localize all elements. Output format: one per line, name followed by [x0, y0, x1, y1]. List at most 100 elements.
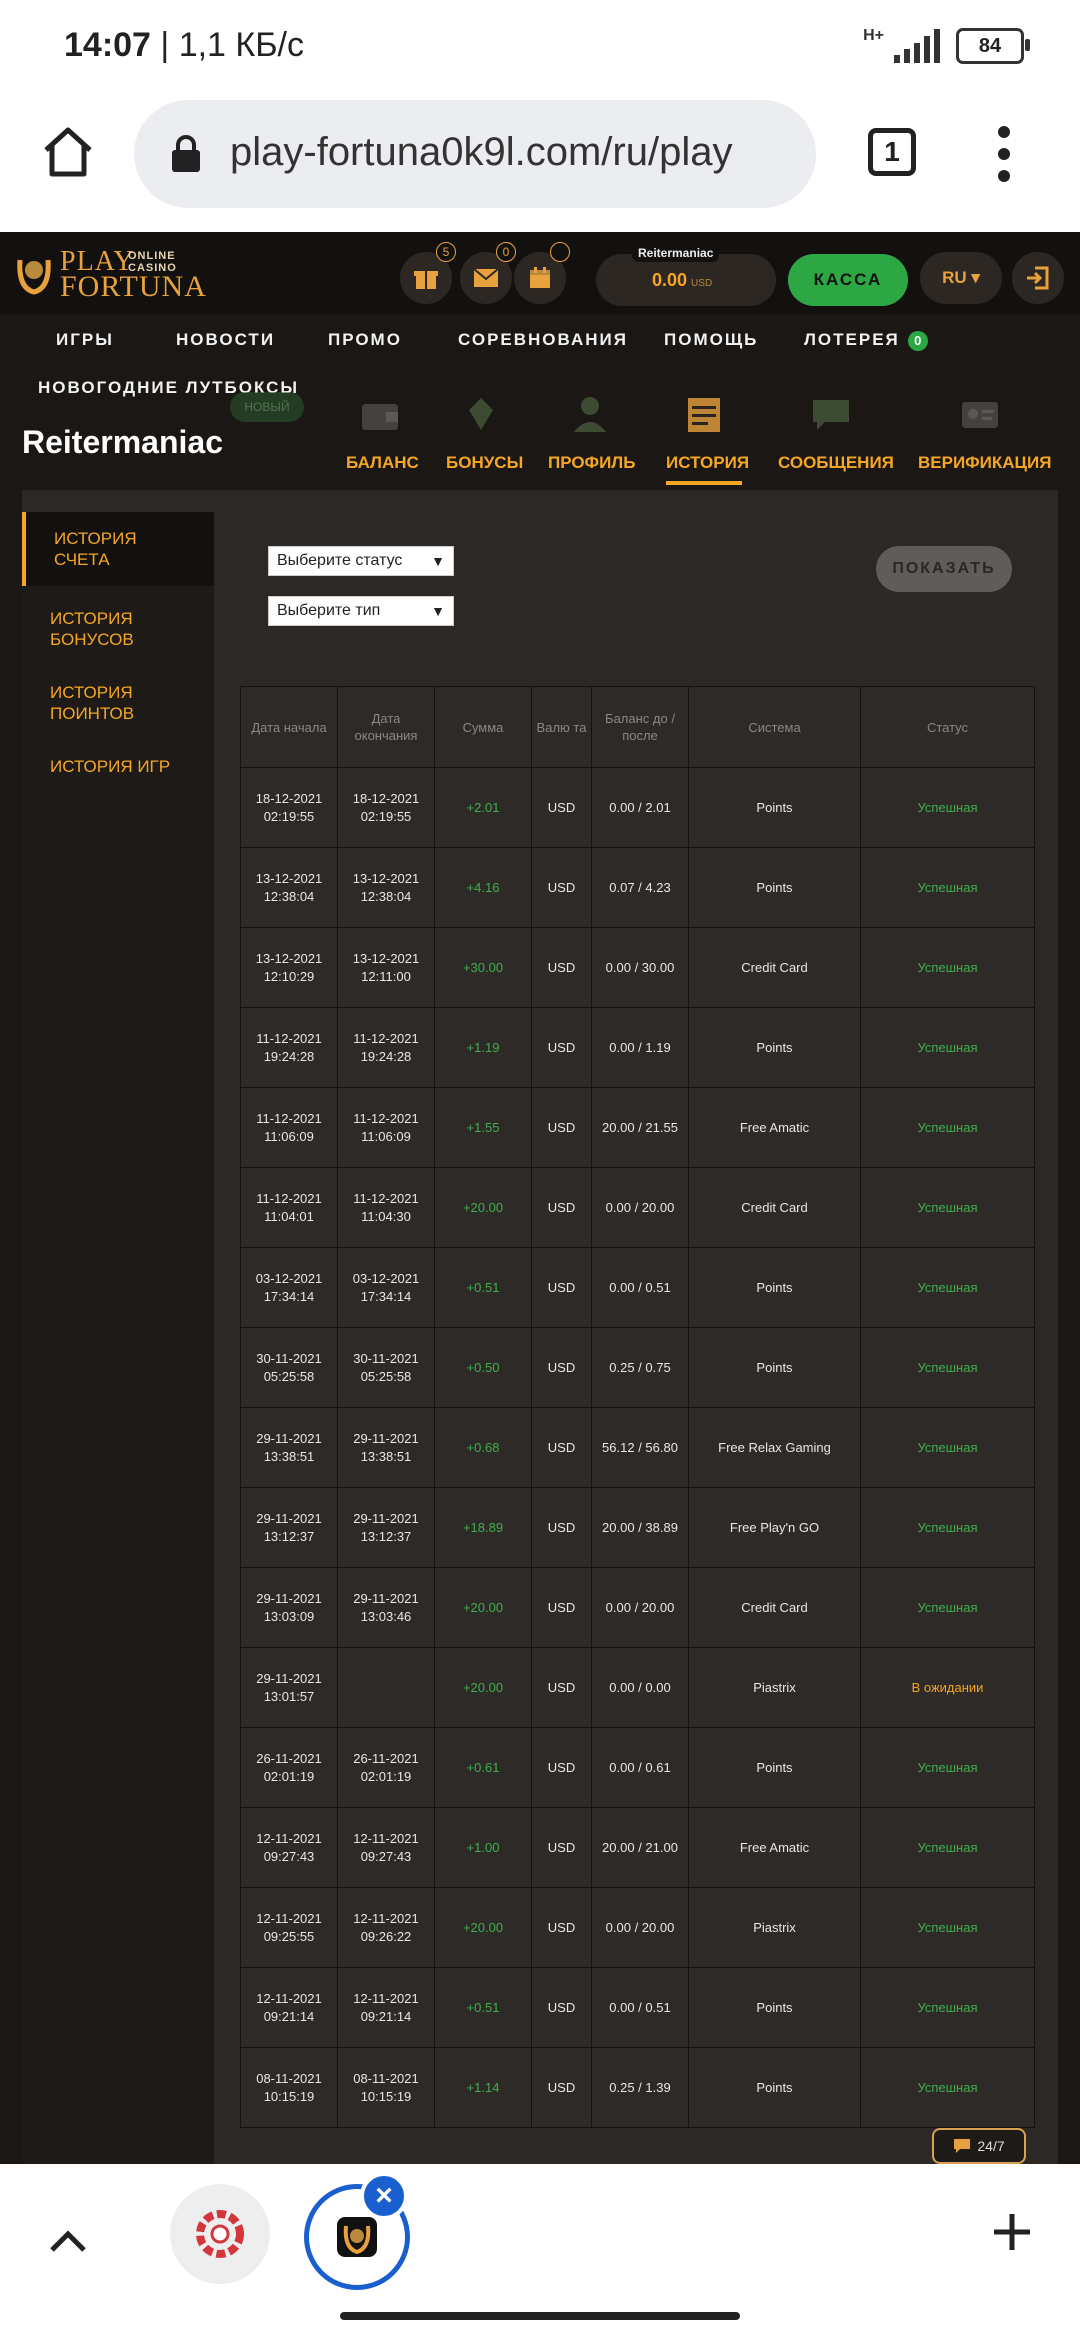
nav-help[interactable]: ПОМОЩЬ [664, 330, 758, 350]
cell-status: Успешная [860, 1247, 1035, 1328]
cell-balance: 0.00 / 0.00 [591, 1647, 689, 1728]
cell-end-date: 29-11-2021 13:12:37 [337, 1487, 435, 1568]
mail-icon [473, 268, 499, 287]
table-row: 29-11-2021 13:12:37 29-11-2021 13:12:37 +1… [240, 1487, 1035, 1568]
cell-system: Points [688, 767, 861, 848]
gift-button[interactable]: 5 [400, 242, 456, 304]
cashier-button[interactable]: КАССА [788, 254, 908, 306]
cell-start-date: 29-11-2021 13:38:51 [240, 1407, 338, 1488]
col-status: Статус [860, 686, 1035, 768]
cell-start-date: 12-11-2021 09:27:43 [240, 1807, 338, 1888]
nav-lottery[interactable]: ЛОТЕРЕЯ 0 [804, 330, 928, 351]
cell-system: Credit Card [688, 1567, 861, 1648]
cell-status: Успешная [860, 1967, 1035, 2048]
nav-competitions[interactable]: СОРЕВНОВАНИЯ [458, 330, 628, 350]
cell-start-date: 11-12-2021 11:04:01 [240, 1167, 338, 1248]
tab-thumbnail-1[interactable] [170, 2184, 270, 2284]
cell-system: Free Play'n GO [688, 1487, 861, 1568]
support-chat-button[interactable]: 24/7 [932, 2128, 1026, 2164]
cell-amount: +0.51 [434, 1967, 532, 2048]
cell-balance: 0.00 / 0.51 [591, 1247, 689, 1328]
status-time: 14:07 | 1,1 КБ/с [64, 26, 304, 64]
cell-status: Успешная [860, 1007, 1035, 1088]
cell-system: Piastrix [688, 1647, 861, 1728]
cell-currency: USD [531, 1727, 592, 1808]
cell-status: Успешная [860, 1327, 1035, 1408]
network-type: H+ [863, 27, 884, 44]
dropdown-arrow-icon: ▼ [431, 603, 445, 619]
sidebar-item-bonus-history[interactable]: ИСТОРИЯ БОНУСОВ [22, 608, 188, 650]
sidebar-item-account-history[interactable]: ИСТОРИЯ СЧЕТА [22, 512, 214, 586]
table-row: 11-12-2021 11:06:09 11-12-2021 11:06:09 +1… [240, 1087, 1035, 1168]
nav-news[interactable]: НОВОСТИ [176, 330, 275, 350]
history-sidebar: ИСТОРИЯ СЧЕТА ИСТОРИЯ БОНУСОВ ИСТОРИЯ ПО… [22, 512, 214, 2164]
tab-profile[interactable]: ПРОФИЛЬ [548, 390, 635, 473]
cell-start-date: 30-11-2021 05:25:58 [240, 1327, 338, 1408]
cell-start-date: 29-11-2021 13:12:37 [240, 1487, 338, 1568]
balance-amount: 0.00 USD [652, 270, 713, 290]
cell-balance: 0.00 / 0.51 [591, 1967, 689, 2048]
cell-start-date: 26-11-2021 02:01:19 [240, 1727, 338, 1808]
type-select[interactable]: Выберите тип ▼ [268, 596, 454, 626]
cell-amount: +1.14 [434, 2047, 532, 2128]
cell-amount: +20.00 [434, 1887, 532, 1968]
cell-balance: 0.00 / 20.00 [591, 1167, 689, 1248]
cell-currency: USD [531, 2047, 592, 2128]
cell-balance: 20.00 / 21.55 [591, 1087, 689, 1168]
home-icon[interactable] [38, 122, 98, 182]
cell-start-date: 03-12-2021 17:34:14 [240, 1247, 338, 1328]
cell-currency: USD [531, 1007, 592, 1088]
cell-end-date [337, 1647, 435, 1728]
cell-end-date: 11-12-2021 11:04:30 [337, 1167, 435, 1248]
tab-bonuses[interactable]: БОНУСЫ [446, 390, 523, 473]
lock-icon [172, 135, 200, 172]
col-currency: Валю та [531, 686, 592, 768]
sidebar-item-points-history[interactable]: ИСТОРИЯ ПОИНТОВ [22, 682, 188, 724]
cell-status: Успешная [860, 1487, 1035, 1568]
nav-games[interactable]: ИГРЫ [56, 330, 114, 350]
plus-icon[interactable] [990, 2210, 1034, 2254]
home-indicator[interactable] [340, 2312, 740, 2320]
close-tab-icon[interactable]: × [360, 2172, 408, 2220]
cell-end-date: 11-12-2021 11:06:09 [337, 1087, 435, 1168]
nav-promo[interactable]: ПРОМО [328, 330, 402, 350]
active-tab-underline [666, 481, 742, 485]
cell-status: Успешная [860, 847, 1035, 928]
cell-amount: +0.50 [434, 1327, 532, 1408]
show-button[interactable]: ПОКАЗАТЬ [876, 546, 1012, 592]
tab-messages[interactable]: СООБЩЕНИЯ [778, 390, 894, 473]
site-logo[interactable]: PLAY ONLINE CASINO FORTUNA [14, 246, 206, 303]
language-selector[interactable]: RU ▾ [920, 252, 1002, 304]
sidebar-item-games-history[interactable]: ИСТОРИЯ ИГР [22, 756, 214, 777]
more-menu-icon[interactable] [994, 126, 1014, 182]
cell-system: Free Relax Gaming [688, 1407, 861, 1488]
cell-balance: 0.25 / 0.75 [591, 1327, 689, 1408]
chevron-up-icon[interactable] [48, 2226, 88, 2256]
status-select[interactable]: Выберите статус ▼ [268, 546, 454, 576]
history-main: Выберите статус ▼ Выберите тип ▼ ПОКАЗАТЬ … [214, 490, 1058, 2164]
cell-end-date: 11-12-2021 19:24:28 [337, 1007, 435, 1088]
messages-button[interactable]: 0 [460, 242, 516, 304]
table-row: 03-12-2021 17:34:14 03-12-2021 17:34:14 +0… [240, 1247, 1035, 1328]
cell-system: Credit Card [688, 1167, 861, 1248]
cell-balance: 0.00 / 20.00 [591, 1567, 689, 1648]
tab-switcher-button[interactable]: 1 [868, 128, 916, 176]
calendar-button[interactable] [514, 242, 570, 304]
tab-history[interactable]: ИСТОРИЯ [666, 390, 749, 485]
tab-balance[interactable]: БАЛАНС [346, 390, 419, 473]
col-system: Система [688, 686, 861, 768]
cell-end-date: 12-11-2021 09:21:14 [337, 1967, 435, 2048]
cell-start-date: 12-11-2021 09:21:14 [240, 1967, 338, 2048]
table-row: 11-12-2021 19:24:28 11-12-2021 19:24:28 +1… [240, 1007, 1035, 1088]
url-bar[interactable]: play-fortuna0k9l.com/ru/play [134, 100, 816, 208]
messages-count-badge: 0 [496, 242, 516, 262]
cell-balance: 20.00 / 38.89 [591, 1487, 689, 1568]
cell-currency: USD [531, 1887, 592, 1968]
cell-status: В ожидании [860, 1647, 1035, 1728]
balance-display[interactable]: Reitermaniac 0.00 USD [596, 244, 776, 306]
cell-amount: +20.00 [434, 1167, 532, 1248]
logout-button[interactable] [1012, 252, 1064, 304]
cell-end-date: 26-11-2021 02:01:19 [337, 1727, 435, 1808]
tab-verification[interactable]: ВЕРИФИКАЦИЯ [918, 390, 1051, 473]
col-end-date: Дата окончания [337, 686, 435, 768]
